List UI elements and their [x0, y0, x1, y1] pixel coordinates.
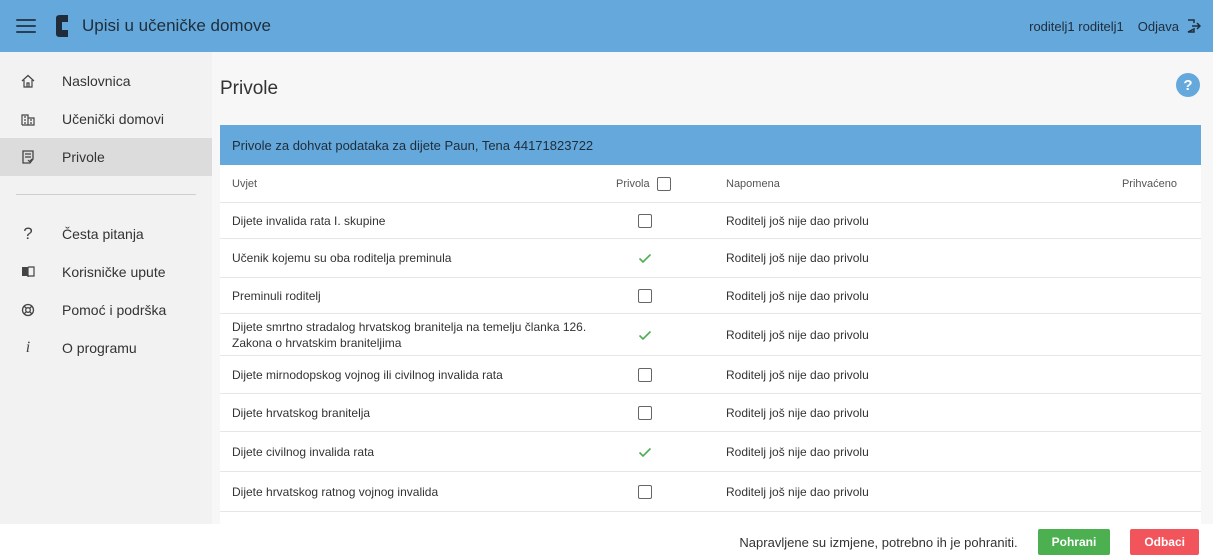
logout-label: Odjava: [1137, 18, 1179, 34]
unsaved-changes-message: Napravljene su izmjene, potrebno ih je p…: [739, 534, 1018, 550]
column-header-condition: Uvjet: [232, 177, 258, 190]
sidebar-item-label: Privole: [62, 149, 105, 165]
save-button[interactable]: Pohrani: [1037, 529, 1111, 555]
row-condition: Dijete hrvatskog branitelja: [232, 405, 371, 420]
home-icon: [20, 73, 36, 89]
row-note: Roditelj još nije dao privolu: [726, 251, 869, 265]
row-note: Roditelj još nije dao privolu: [726, 288, 869, 303]
consent-checked-icon[interactable]: [638, 328, 652, 342]
row-note: Roditelj još nije dao privolu: [726, 444, 869, 459]
consent-checkbox[interactable]: [638, 213, 652, 228]
sidebar-divider: [16, 194, 196, 195]
table-row: Preminuli roditelj Roditelj još nije dao…: [220, 278, 1201, 314]
sidebar-item-privole[interactable]: Privole: [0, 138, 212, 176]
sidebar-item-label: Naslovnica: [62, 73, 131, 89]
sidebar-item-pomoc-i-podrska[interactable]: Pomoć i podrška: [0, 291, 212, 329]
main-content: Privole ? Privole za dohvat podataka za …: [212, 52, 1213, 524]
footer-bar: Napravljene su izmjene, potrebno ih je p…: [0, 524, 1213, 560]
sidebar-item-label: Učenički domovi: [62, 111, 164, 127]
top-bar: Upisi u učeničke domove roditelj1 rodite…: [0, 0, 1213, 52]
sidebar-item-label: Korisničke upute: [62, 264, 166, 280]
sidebar-item-label: Česta pitanja: [62, 226, 144, 242]
help-button[interactable]: ?: [1176, 73, 1200, 97]
sidebar-item-naslovnica[interactable]: Naslovnica: [0, 62, 212, 100]
table-row: Učenik kojemu su oba roditelja preminula…: [220, 239, 1201, 278]
app-logo-icon: [56, 15, 68, 37]
book-icon: [20, 264, 36, 280]
row-condition: Dijete hrvatskog ratnog vojnog invalida: [232, 484, 439, 499]
row-note: Roditelj još nije dao privolu: [726, 484, 869, 499]
consent-checkbox[interactable]: [638, 405, 652, 420]
consent-checked-icon[interactable]: [638, 445, 652, 459]
logout-icon: [1187, 19, 1201, 33]
hamburger-menu-icon[interactable]: [16, 19, 36, 33]
table-row: Dijete hrvatskog ratnog vojnog invalida …: [220, 472, 1201, 512]
table-header: Uvjet Privola Napomena Prihvaćeno: [220, 165, 1201, 203]
column-header-accepted: Prihvaćeno: [1121, 177, 1177, 190]
row-note: Roditelj još nije dao privolu: [726, 367, 869, 382]
row-condition: Dijete smrtno stradalog hrvatskog branit…: [232, 319, 587, 350]
select-all-checkbox[interactable]: [656, 176, 671, 191]
sidebar-item-ucenicki-domovi[interactable]: Učenički domovi: [0, 100, 212, 138]
row-note: Roditelj još nije dao privolu: [726, 405, 869, 420]
column-header-consent-label: Privola: [616, 177, 650, 190]
consent-checkbox[interactable]: [638, 367, 652, 382]
page-title: Privole: [220, 78, 279, 99]
row-condition: Dijete invalida rata I. skupine: [232, 213, 386, 228]
user-name: roditelj1 roditelj1: [1029, 18, 1124, 34]
document-check-icon: [20, 149, 36, 165]
row-note: Roditelj još nije dao privolu: [726, 213, 869, 228]
row-condition: Dijete mirnodopskog vojnog ili civilnog …: [232, 367, 503, 382]
consent-checked-icon[interactable]: [638, 251, 652, 265]
sidebar-item-o-programu[interactable]: i O programu: [0, 329, 212, 367]
sidebar: Naslovnica Učenički domovi Privole ? Čes…: [0, 52, 212, 524]
sidebar-item-label: O programu: [62, 340, 137, 356]
building-icon: [20, 111, 36, 127]
table-row: Dijete hrvatskog branitelja Roditelj još…: [220, 394, 1201, 432]
table-row: Dijete mirnodopskog vojnog ili civilnog …: [220, 356, 1201, 394]
row-condition: Preminuli roditelj: [232, 288, 321, 303]
sidebar-item-korisnicke-upute[interactable]: Korisničke upute: [0, 253, 212, 291]
row-condition: Dijete civilnog invalida rata: [232, 444, 375, 459]
table-row: Dijete smrtno stradalog hrvatskog branit…: [220, 314, 1201, 356]
sidebar-item-label: Pomoć i podrška: [62, 302, 167, 318]
support-icon: [20, 302, 36, 318]
logout-button[interactable]: Odjava: [1138, 19, 1201, 34]
row-note: Roditelj još nije dao privolu: [726, 327, 869, 342]
consent-checkbox[interactable]: [638, 288, 652, 303]
table-row: Dijete civilnog invalida rata Roditelj j…: [220, 432, 1201, 472]
column-header-consent: Privola: [616, 176, 706, 191]
app-title: Upisi u učeničke domove: [82, 16, 271, 35]
info-icon: i: [25, 339, 31, 356]
discard-button[interactable]: Odbaci: [1130, 529, 1199, 555]
table-row: Dijete invalida rata I. skupine Roditelj…: [220, 203, 1201, 239]
sidebar-item-cesta-pitanja[interactable]: ? Česta pitanja: [0, 215, 212, 253]
column-header-note: Napomena: [726, 177, 780, 190]
question-icon: ?: [23, 224, 33, 243]
consents-card: Privole za dohvat podataka za dijete Pau…: [220, 125, 1201, 524]
consent-checkbox[interactable]: [638, 484, 652, 499]
card-header: Privole za dohvat podataka za dijete Pau…: [220, 125, 1201, 165]
row-condition: Učenik kojemu su oba roditelja preminula: [232, 251, 452, 265]
